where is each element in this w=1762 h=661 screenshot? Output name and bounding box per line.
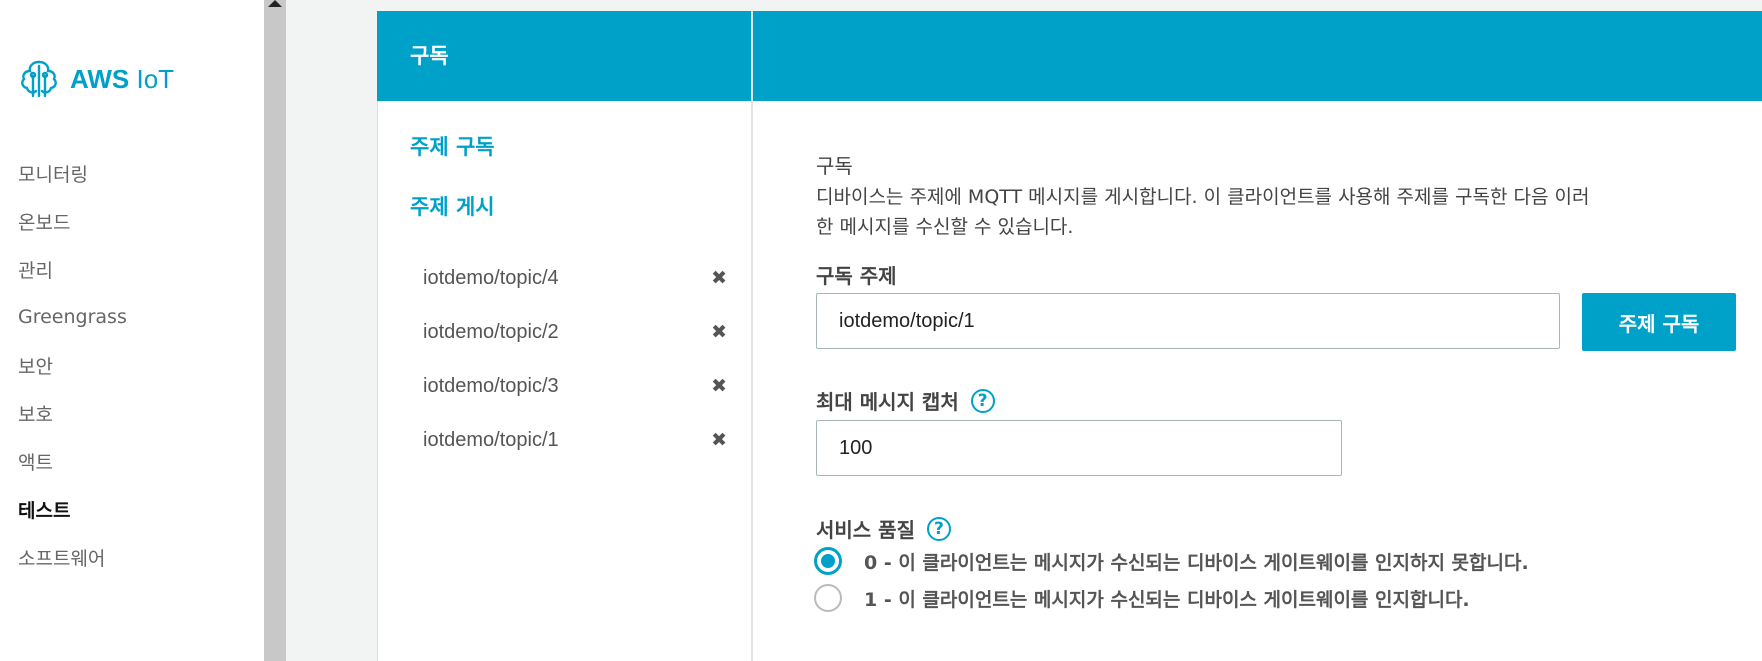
- topic-name[interactable]: iotdemo/topic/4: [423, 267, 559, 290]
- sidebar-item-act[interactable]: 액트: [18, 448, 53, 475]
- qos-label-text: 서비스 품질: [816, 518, 915, 542]
- help-icon[interactable]: ?: [970, 388, 995, 413]
- aws-iot-icon: [21, 60, 57, 98]
- sidebar-scrollbar[interactable]: [264, 0, 286, 661]
- max-capture-label-text: 최대 메시지 캡처: [816, 390, 959, 414]
- radio-selected-icon[interactable]: [814, 547, 842, 575]
- sidebar-item-defend[interactable]: 보호: [18, 400, 53, 427]
- help-icon[interactable]: ?: [926, 516, 951, 541]
- topic-list-item[interactable]: iotdemo/topic/1 ✖: [423, 425, 727, 455]
- section-description-line: 디바이스는 주제에 MQTT 메시지를 게시합니다. 이 클라이언트를 사용해 …: [816, 186, 1590, 208]
- panel-border: [377, 101, 378, 661]
- logo-text: AWS IoT: [70, 63, 175, 94]
- close-icon[interactable]: ✖: [711, 321, 727, 343]
- radio-unselected-icon[interactable]: [814, 584, 842, 612]
- topic-list-item[interactable]: iotdemo/topic/3 ✖: [423, 371, 727, 401]
- sidebar-item-security[interactable]: 보안: [18, 352, 53, 379]
- panel-title: 구독: [410, 44, 449, 68]
- sidebar-item-test[interactable]: 테스트: [18, 496, 70, 523]
- section-description: 디바이스는 주제에 MQTT 메시지를 게시합니다. 이 클라이언트를 사용해 …: [816, 182, 1716, 242]
- section-title: 구독: [816, 154, 853, 178]
- sidebar: AWS IoT 모니터링 온보드 관리 Greengrass 보안 보호 액트 …: [0, 0, 264, 661]
- max-capture-input[interactable]: [816, 420, 1342, 476]
- topic-list-item[interactable]: iotdemo/topic/2 ✖: [423, 317, 727, 347]
- topic-list-item[interactable]: iotdemo/topic/4 ✖: [423, 263, 727, 293]
- topic-input[interactable]: [816, 293, 1560, 349]
- max-capture-label: 최대 메시지 캡처 ?: [816, 386, 995, 415]
- close-icon[interactable]: ✖: [711, 267, 727, 289]
- topic-name[interactable]: iotdemo/topic/2: [423, 321, 559, 344]
- subscribe-topic-link[interactable]: 주제 구독: [410, 131, 495, 161]
- qos-option-label: 0 - 이 클라이언트는 메시지가 수신되는 디바이스 게이트웨이를 인지하지 …: [864, 551, 1529, 574]
- subscribe-button[interactable]: 주제 구독: [1582, 293, 1736, 351]
- section-description-line: 한 메시지를 수신할 수 있습니다.: [816, 216, 1074, 238]
- panel-header-right: [753, 11, 1762, 101]
- qos-option-0[interactable]: 0 - 이 클라이언트는 메시지가 수신되는 디바이스 게이트웨이를 인지하지 …: [814, 547, 1529, 575]
- sidebar-item-onboard[interactable]: 온보드: [18, 208, 70, 235]
- close-icon[interactable]: ✖: [711, 375, 727, 397]
- sidebar-item-manage[interactable]: 관리: [18, 256, 53, 283]
- qos-label: 서비스 품질 ?: [816, 514, 951, 543]
- aws-iot-logo[interactable]: AWS IoT: [18, 58, 174, 100]
- sidebar-item-software[interactable]: 소프트웨어: [18, 544, 105, 571]
- close-icon[interactable]: ✖: [711, 429, 727, 451]
- panel-divider: [751, 11, 753, 661]
- sidebar-item-monitoring[interactable]: 모니터링: [18, 160, 88, 187]
- qos-option-label: 1 - 이 클라이언트는 메시지가 수신되는 디바이스 게이트웨이를 인지합니다…: [864, 588, 1470, 611]
- publish-topic-link[interactable]: 주제 게시: [410, 191, 495, 221]
- sidebar-item-greengrass[interactable]: Greengrass: [18, 306, 127, 328]
- scroll-up-arrow-icon[interactable]: [268, 0, 282, 7]
- topic-name[interactable]: iotdemo/topic/3: [423, 375, 559, 398]
- qos-option-1[interactable]: 1 - 이 클라이언트는 메시지가 수신되는 디바이스 게이트웨이를 인지합니다…: [814, 584, 1470, 612]
- topic-name[interactable]: iotdemo/topic/1: [423, 429, 559, 452]
- topic-field-label: 구독 주제: [816, 264, 897, 288]
